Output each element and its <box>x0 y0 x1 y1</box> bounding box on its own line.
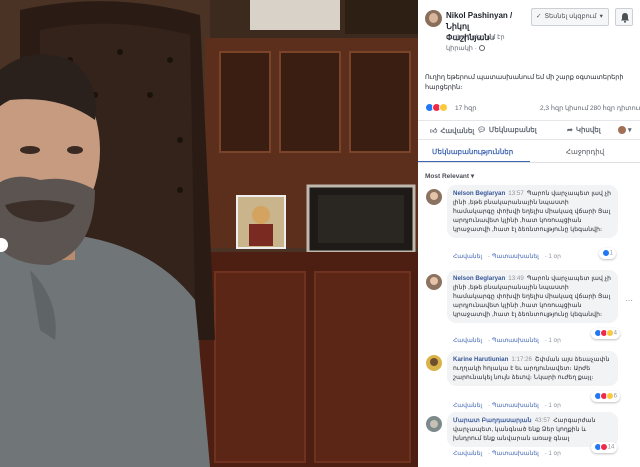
comment-reply-link[interactable]: Պատասխանել <box>492 451 539 457</box>
notifications-button[interactable] <box>615 8 633 26</box>
comment-bubble: Մարատ Բաղդասարյան 43:57 Հարգարժան վարչապետ… <box>447 412 618 447</box>
more-options-icon[interactable]: ⋯ <box>625 296 633 305</box>
comment-age[interactable]: 1 օր <box>548 403 560 409</box>
check-icon: ✓ <box>536 13 542 20</box>
comment-reply-link[interactable]: Պատասխանել <box>492 338 539 344</box>
comment-button[interactable]: 💬︎ Մեկնաբանել <box>477 126 537 134</box>
comment-actions: Հավանել · Պատասխանել · 1 օր <box>453 451 561 457</box>
comment-reactions[interactable]: 4 <box>591 328 621 339</box>
like-button[interactable]: 👍︎ Հավանել <box>430 126 474 135</box>
live-video-viewer: Nikol Pashinyan / Նիկոլ Փաշինյանն ուղիղ … <box>0 0 640 467</box>
commenter-avatar[interactable] <box>426 189 442 205</box>
comment-like-link[interactable]: Հավանել <box>453 403 482 409</box>
commenter-avatar[interactable] <box>426 274 442 290</box>
follow-label: Տեսնել սկզբում <box>544 13 597 20</box>
comment-bubble: Nelson Beglaryan 13:57 Պարոն վարչապետ լավ … <box>447 185 618 238</box>
follow-button[interactable]: ✓ Տեսնել սկզբում ▾ <box>531 8 609 26</box>
comment-author[interactable]: Մարատ Բաղդասարյան <box>453 417 532 424</box>
page-name-line1[interactable]: Nikol Pashinyan / <box>446 11 512 20</box>
comment-like-link[interactable]: Հավանել <box>453 254 482 260</box>
reaction-menu-button[interactable]: ▾ <box>618 126 632 135</box>
comment-actions: Հավանել · Պատասխանել · 1 օր <box>453 338 561 344</box>
haha-reaction-icon <box>439 103 448 112</box>
comment-bubble: Nelson Beglaryan 13:49 Պարոն վարչապետ լավ … <box>447 270 618 323</box>
comment-reactions[interactable]: 14 <box>591 442 618 453</box>
chevron-down-icon: ▾ <box>599 13 603 20</box>
like-label: Հավանել <box>440 128 475 135</box>
live-status: ուղիղ եթերում էր <box>446 34 505 41</box>
comment-author[interactable]: Nelson Beglaryan <box>453 275 505 282</box>
divider <box>418 162 640 163</box>
comment-reply-link[interactable]: Պատասխանել <box>492 254 539 260</box>
sort-dropdown[interactable]: Most Relevant ▾ <box>425 172 474 180</box>
post-description: Ուղիղ եթերում պատասխանում եմ մի շարք օգտ… <box>425 74 624 91</box>
view-count: 280 հզր դիտում <box>590 105 640 112</box>
comment-timestamp[interactable]: 1:17:26 <box>511 356 532 363</box>
side-panel: Nikol Pashinyan / Նիկոլ Փաշինյանն ուղիղ … <box>418 0 640 467</box>
comment-age[interactable]: 1 օր <box>548 254 560 260</box>
comment-actions: Հավանել · Պատասխանել · 1 օր <box>453 403 561 409</box>
comment-reaction-count: 4 <box>613 330 618 337</box>
share-label: Կիսվել <box>575 127 601 134</box>
reaction-count[interactable]: 17 հզր <box>455 104 476 112</box>
bell-icon <box>621 13 629 23</box>
caret-down-icon: ▾ <box>626 127 632 134</box>
globe-icon <box>478 45 485 52</box>
comment-label: Մեկնաբանել <box>488 127 537 134</box>
comment-bubble: Karine Harutiunian 1:17:26 Շփման այս ձեւաչ… <box>447 351 618 386</box>
comment-reaction-count: 1 <box>609 250 614 257</box>
comment-timestamp[interactable]: 43:57 <box>535 417 550 424</box>
share-button[interactable]: ➦ Կիսվել <box>567 126 601 134</box>
tab-up-next[interactable]: Հաջորդիվ <box>566 148 604 156</box>
comment-timestamp[interactable]: 13:49 <box>508 275 523 282</box>
thumbs-up-icon: 👍︎ <box>430 128 438 135</box>
tab-comments[interactable]: Մեկնաբանություններ <box>432 148 513 156</box>
share-arrow-icon: ➦ <box>567 127 573 134</box>
user-avatar <box>618 126 626 135</box>
comment-author[interactable]: Karine Harutiunian <box>453 356 508 363</box>
comment-reaction-count: 14 <box>607 444 615 451</box>
comment-reactions[interactable]: 6 <box>591 391 621 402</box>
comment-like-link[interactable]: Հավանել <box>453 338 482 344</box>
post-header: Nikol Pashinyan / Նիկոլ Փաշինյանն ուղիղ … <box>418 0 640 100</box>
commenter-avatar[interactable] <box>426 355 442 371</box>
comment-actions: Հավանել · Պատասխանել · 1 օր <box>453 254 561 260</box>
post-stats: 17 հզր 2,3 հզր կիսում 280 հզր դիտում <box>418 101 640 115</box>
comment-reaction-count: 6 <box>613 393 618 400</box>
speech-bubble-icon: 💬︎ <box>477 127 486 134</box>
reaction-summary[interactable] <box>425 103 448 112</box>
commenter-avatar[interactable] <box>426 416 442 432</box>
video-frame-image <box>0 0 418 467</box>
action-bar: 👍︎ Հավանել 💬︎ Մեկնաբանել ➦ Կիսվել ▾ <box>418 120 640 140</box>
share-count[interactable]: 2,3 հզր կիսում <box>540 104 588 112</box>
page-avatar[interactable] <box>425 10 442 27</box>
page-name-line2[interactable]: Նիկոլ <box>446 22 469 31</box>
post-meta: ուղիղ եթերում էր կիրակի · <box>446 32 536 54</box>
comment-reactions[interactable]: 1 <box>599 248 617 259</box>
comment-reply-link[interactable]: Պատասխանել <box>492 403 539 409</box>
comment-author[interactable]: Nelson Beglaryan <box>453 190 505 197</box>
comment-age[interactable]: 1 օր <box>548 338 560 344</box>
panel-tabs: Մեկնաբանություններ Հաջորդիվ <box>418 142 640 163</box>
comment-age[interactable]: 1 օր <box>548 451 560 457</box>
comment-like-link[interactable]: Հավանել <box>453 451 482 457</box>
comment-timestamp[interactable]: 13:57 <box>508 190 523 197</box>
post-time[interactable]: կիրակի · <box>446 45 477 52</box>
video-player[interactable] <box>0 0 418 467</box>
